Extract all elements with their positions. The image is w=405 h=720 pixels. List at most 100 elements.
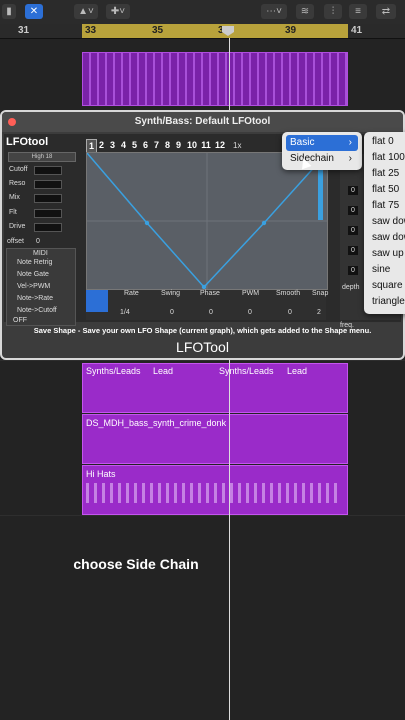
track-lane-hihats[interactable]: Hi Hats [82, 465, 348, 515]
offset-value[interactable]: 0 [36, 238, 40, 245]
shape-tools-icon[interactable] [86, 290, 108, 312]
submenu-item[interactable]: flat 50 [372, 184, 399, 195]
drive-slider[interactable] [34, 223, 62, 232]
knob-label: Swing [161, 290, 181, 297]
submenu-item[interactable]: saw down [372, 232, 405, 243]
lcd-button[interactable]: ▮ [2, 4, 16, 19]
waveform-icon[interactable]: ≋ [296, 4, 314, 19]
knob-value[interactable]: 0 [288, 309, 292, 316]
param-value[interactable]: 0 [348, 186, 358, 195]
offset-label: offset [7, 238, 24, 245]
knob-label: Rate [124, 290, 139, 297]
region-label: DS_MDH_bass_synth_crime_donk [86, 418, 227, 428]
knob-label: PWM [242, 290, 260, 297]
track-lane-bass[interactable]: DS_MDH_bass_synth_crime_donk [82, 414, 348, 464]
pattern-tab-8[interactable]: 8 [163, 139, 172, 151]
tracks-icon[interactable]: ≡ [349, 4, 367, 19]
chevron-right-icon: › [348, 137, 352, 148]
mix-slider[interactable] [34, 194, 62, 203]
cycle-region[interactable] [82, 24, 348, 38]
pattern-tab-9[interactable]: 9 [174, 139, 183, 151]
bar-number: 31 [18, 25, 30, 36]
pattern-tab-7[interactable]: 7 [152, 139, 161, 151]
menu-item-sidechain[interactable]: Sidechain › [286, 151, 358, 167]
region-label: Lead [153, 366, 174, 376]
submenu-item[interactable]: saw up [372, 248, 404, 259]
plugin-titlebar[interactable]: Synth/Bass: Default LFOtool [2, 112, 403, 132]
close-icon[interactable] [8, 118, 16, 126]
knob-value[interactable]: 0 [209, 309, 213, 316]
region-label: Synths/Leads [86, 366, 141, 376]
submenu-item[interactable]: flat 0 [372, 136, 394, 147]
track-lane-synths[interactable]: Synths/Leads Lead Synths/Leads Lead [82, 363, 348, 413]
submenu-item[interactable]: flat 75 [372, 200, 399, 211]
midi-option[interactable]: Vel->PWM [17, 283, 50, 290]
knob-row: Rate 1/4 Swing 0 Phase 0 PWM 0 Smooth 0 … [86, 290, 329, 320]
pattern-tab-10[interactable]: 10 [185, 139, 199, 151]
pattern-tab-1[interactable]: 1 [86, 139, 97, 153]
pattern-tab-4[interactable]: 4 [119, 139, 128, 151]
divider [0, 360, 405, 361]
pattern-tab-12[interactable]: 12 [213, 139, 227, 151]
submenu-item[interactable]: flat 100 [372, 152, 405, 163]
smart-controls-icon[interactable]: ⋯˅ [261, 4, 287, 19]
pattern-tab-6[interactable]: 6 [141, 139, 150, 151]
param-value[interactable]: 0 [348, 266, 358, 275]
pointer-tool-icon[interactable]: ▲˅ [74, 4, 98, 19]
param-value[interactable]: 0 [348, 206, 358, 215]
midi-option[interactable]: Note->Rate [17, 295, 53, 302]
midi-option[interactable]: Note->Cutoff [17, 307, 57, 314]
toolbar: ▮ ✕ ▲˅ ✚˅ ⋯˅ ≋ ⫶ ≡ ⇄ [0, 0, 405, 25]
pattern-tab-3[interactable]: 3 [108, 139, 117, 151]
menu-item-basic[interactable]: Basic › [286, 135, 358, 151]
knob-value[interactable]: 2 [317, 309, 321, 316]
pattern-tab-5[interactable]: 5 [130, 139, 139, 151]
region-label: Hi Hats [86, 469, 116, 479]
loop-icon[interactable]: ⇄ [376, 4, 396, 19]
lfo-curve [86, 152, 328, 290]
lfo-graph[interactable] [86, 152, 328, 290]
knob-value[interactable]: 0 [248, 309, 252, 316]
param-value[interactable]: 0 [348, 226, 358, 235]
midi-title: MIDI [33, 250, 48, 257]
window-title: Synth/Bass: Default LFOtool [134, 116, 271, 127]
knob-label: Snap [312, 290, 329, 297]
catch-icon[interactable]: ✕ [25, 4, 43, 19]
midi-region[interactable] [82, 52, 348, 106]
logo: LFOtool [6, 136, 49, 148]
knob-label: Smooth [276, 290, 301, 297]
plus-tool-icon[interactable]: ✚˅ [106, 4, 130, 19]
zoom-label[interactable]: 1x [233, 141, 241, 150]
caption-text: choose Side Chain [73, 556, 199, 572]
bar-number: 35 [152, 25, 164, 36]
filter-slider[interactable] [34, 209, 62, 218]
divider [0, 515, 405, 516]
submenu-item[interactable]: saw down [372, 216, 405, 227]
pattern-tab-2[interactable]: 2 [97, 139, 106, 151]
submenu-item[interactable]: flat 25 [372, 168, 399, 179]
submenu-item[interactable]: triangle [372, 296, 405, 307]
hihat-notes [86, 483, 341, 503]
mixer-icon[interactable]: ⫶ [324, 4, 342, 19]
midi-option[interactable]: Note Retrig [17, 259, 52, 266]
midi-panel: MIDI Note Retrig Note Gate Vel->PWM Note… [6, 248, 76, 326]
midi-option[interactable]: Note Gate [17, 271, 49, 278]
knob-value[interactable]: 1/4 [120, 309, 130, 316]
cutoff-slider[interactable] [34, 166, 62, 175]
param-value[interactable]: 0 [348, 246, 358, 255]
submenu-item[interactable]: sine [372, 264, 390, 275]
reso-slider[interactable] [34, 180, 62, 189]
control-label: Drive [9, 223, 26, 230]
preset-selector[interactable]: High 18 [8, 152, 76, 162]
knob-value[interactable]: 0 [170, 309, 174, 316]
region-label: Synths/Leads [219, 366, 274, 376]
midi-off-button[interactable]: OFF [13, 317, 27, 324]
control-label: Cutoff [9, 166, 28, 173]
bar-number: 33 [85, 25, 97, 36]
submenu-item[interactable]: square [372, 280, 403, 291]
help-tip: Save Shape - Save your own LFO Shape (cu… [33, 326, 372, 335]
chevron-right-icon: › [348, 153, 352, 164]
timeline-ruler[interactable]: 31 33 35 37 39 41 [0, 24, 405, 39]
pattern-tab-11[interactable]: 11 [199, 139, 213, 151]
bar-number: 41 [351, 25, 363, 36]
